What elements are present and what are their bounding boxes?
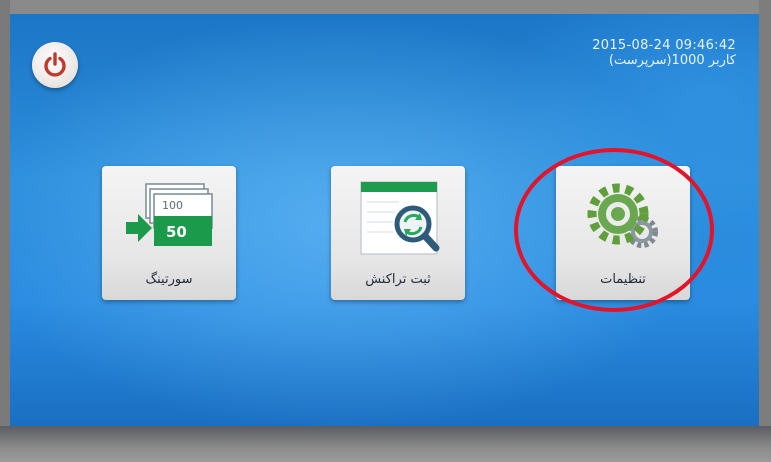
- device-bezel-right: [759, 0, 771, 462]
- banknote-sorting-icon: 100 50: [126, 183, 213, 246]
- note-large-value: 50: [166, 223, 187, 241]
- status-info: 2015-08-24 09:46:42 کاربر 1000(سرپرست): [530, 38, 736, 68]
- power-icon: [44, 52, 66, 77]
- note-small-value: 100: [162, 199, 183, 212]
- home-screen: 2015-08-24 09:46:42 کاربر 1000(سرپرست) 1…: [10, 14, 759, 426]
- highlight-circle: [514, 148, 714, 312]
- user-info: کاربر 1000(سرپرست): [608, 53, 736, 68]
- transaction-search-icon: [360, 181, 440, 255]
- device-bezel-bottom: [0, 426, 771, 462]
- tile-sorting[interactable]: 100 50 سورتینگ: [102, 166, 236, 300]
- power-button[interactable]: [32, 42, 78, 88]
- tile-sorting-label: سورتینگ: [145, 272, 193, 287]
- device-bezel-top: [0, 0, 771, 14]
- tile-transaction-log-label: ثبت تراکنش: [365, 272, 431, 287]
- tile-transaction-log[interactable]: ثبت تراکنش: [331, 166, 465, 300]
- device-bezel-left: [0, 0, 10, 462]
- datetime-display: 2015-08-24 09:46:42: [592, 38, 736, 53]
